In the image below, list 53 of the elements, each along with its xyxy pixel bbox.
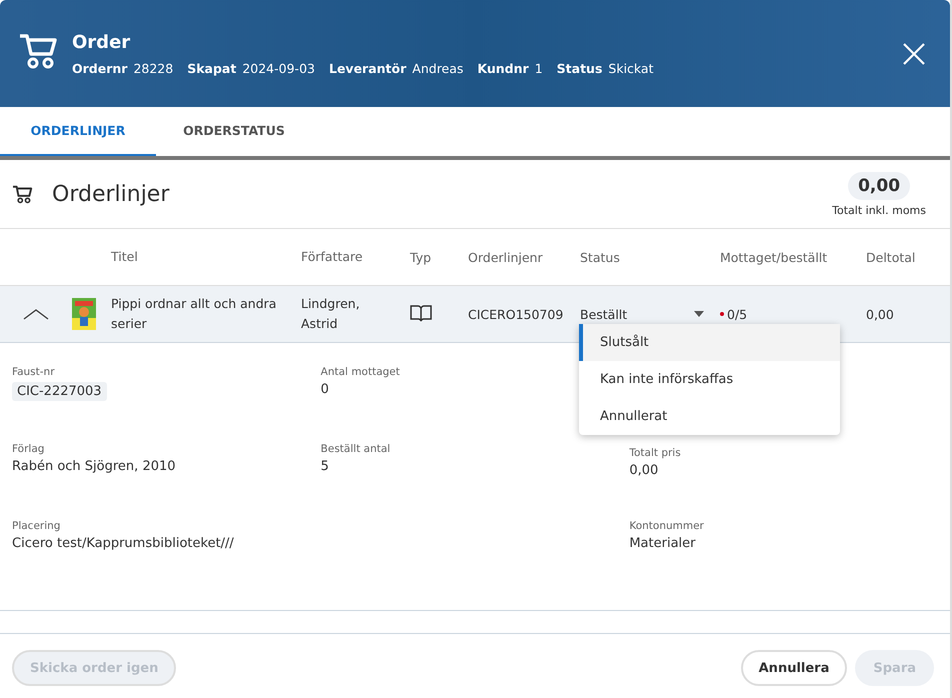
table-cell-text: CICERO150709 <box>468 306 564 322</box>
field-value: Rabén och Sjögren, 2010 <box>12 459 176 474</box>
column-header: Orderlinjenr <box>468 250 544 264</box>
column-header: Status <box>580 250 621 264</box>
meta-value: 1 <box>534 60 543 76</box>
field-label: Totalt pris <box>629 447 681 459</box>
cart-icon <box>12 184 34 204</box>
table-cell-text: 0,00 <box>866 306 895 322</box>
book-icon <box>410 304 432 322</box>
caret-icon <box>694 311 704 317</box>
meta-value: 2024-09-03 <box>242 60 315 76</box>
chevron-icon[interactable] <box>23 308 49 320</box>
column-header: Mottaget/beställt <box>720 250 828 264</box>
table-cell: 0/5 <box>727 306 748 322</box>
field-value: 0 <box>320 382 329 397</box>
meta-label: Leverantör <box>328 60 406 76</box>
field-label: Kontonummer <box>629 520 704 532</box>
table-cell-text: Lindgren, Astrid <box>301 295 361 333</box>
field-label: Faust-nr <box>12 366 55 378</box>
tab[interactable]: ORDERSTATUS <box>156 107 312 156</box>
meta-value: Andreas <box>412 60 464 76</box>
table-cell-text: Pippi ordnar allt och andra serier <box>111 295 278 333</box>
dot-icon <box>720 312 724 316</box>
total-label: Totalt inkl. moms <box>832 204 926 216</box>
menu-item[interactable]: Annullerat <box>579 398 840 435</box>
id-tag: CIC-2227003 <box>12 382 107 401</box>
field-value: 0,00 <box>629 463 658 478</box>
menu-item[interactable]: Slutsålt <box>579 324 840 361</box>
column-header: Deltotal <box>866 250 916 264</box>
meta-label: Skapat <box>187 60 236 76</box>
field-value: Materialer <box>629 536 696 551</box>
field-label: Förlag <box>12 443 44 455</box>
dialog-title: Order <box>72 32 130 52</box>
meta-value: 28228 <box>133 60 174 76</box>
meta-label: Ordernr <box>72 60 128 76</box>
meta-label: Status <box>556 60 602 76</box>
field-label: Beställt antal <box>320 443 390 455</box>
menu-item[interactable]: Kan inte införskaffas <box>579 361 840 398</box>
column-header: Typ <box>410 250 432 264</box>
section-title: Orderlinjer <box>52 182 170 206</box>
cancel-button[interactable]: Annullera <box>740 650 848 686</box>
meta-label: Kundnr <box>477 60 529 76</box>
cart-icon <box>18 32 58 70</box>
total-amount: 0,00 <box>848 172 910 200</box>
field-label: Placering <box>12 520 60 532</box>
meta-value: Skickat <box>608 60 654 76</box>
field-value: Cicero test/Kapprumsbiblioteket/// <box>12 536 234 551</box>
column-header: Författare <box>301 248 364 266</box>
field-value: 5 <box>320 459 329 474</box>
column-header: Titel <box>111 248 139 266</box>
field-label: Antal mottaget <box>320 366 400 378</box>
close-icon[interactable] <box>902 42 926 66</box>
status-dropdown[interactable]: Beställt <box>580 306 720 322</box>
